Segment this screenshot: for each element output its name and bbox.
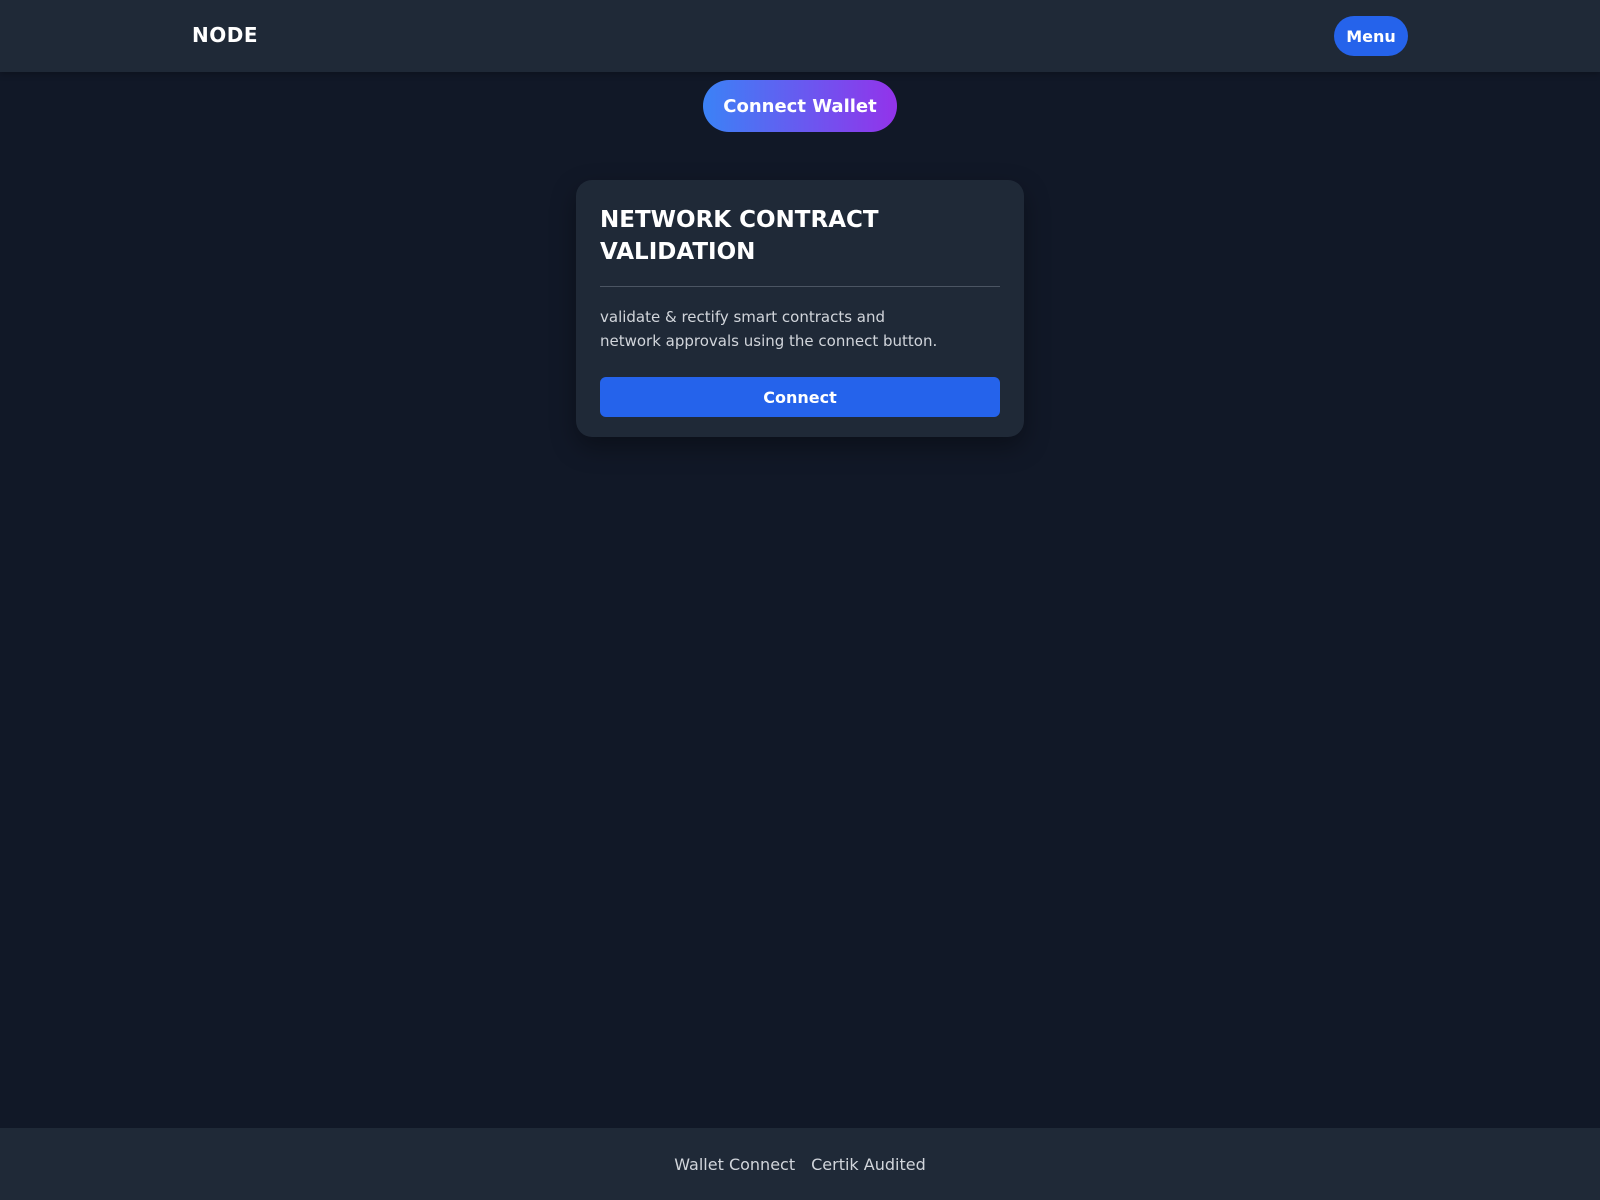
- validation-card: NETWORK CONTRACT VALIDATION validate & r…: [576, 180, 1024, 437]
- menu-button[interactable]: Menu: [1334, 16, 1408, 56]
- card-description: validate & rectify smart contracts and n…: [600, 308, 938, 350]
- connect-button[interactable]: Connect: [600, 377, 1000, 417]
- footer: Wallet Connect Certik Audited: [0, 1128, 1600, 1200]
- brand-logo-text[interactable]: NODE: [192, 23, 258, 47]
- card-title: NETWORK CONTRACT VALIDATION: [600, 207, 879, 265]
- footer-link-wallet-connect[interactable]: Wallet Connect: [674, 1155, 795, 1174]
- top-navbar: NODE Menu: [0, 0, 1600, 72]
- footer-link-certik-audited[interactable]: Certik Audited: [811, 1155, 926, 1174]
- card-divider: [600, 286, 1000, 287]
- connect-wallet-button[interactable]: Connect Wallet: [703, 80, 897, 132]
